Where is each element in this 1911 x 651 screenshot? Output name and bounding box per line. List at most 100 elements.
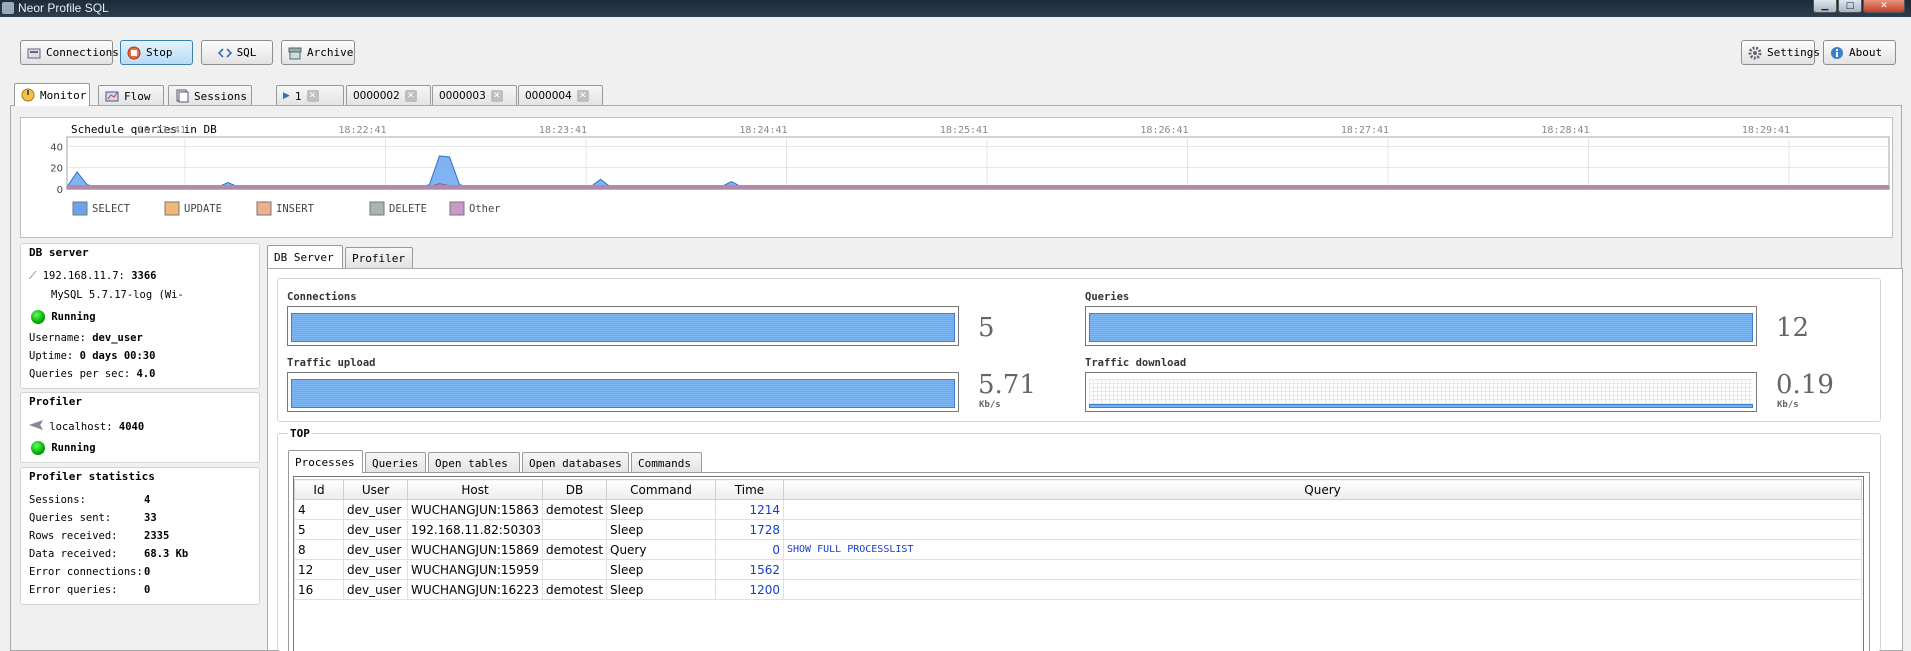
gear-icon	[1748, 46, 1762, 60]
y-tick-label: 20	[50, 164, 63, 175]
profiler-title: Profiler	[29, 395, 82, 408]
stop-button[interactable]: Stop	[120, 40, 193, 65]
tab-label: Commands	[638, 456, 691, 470]
tab-label: Open tables	[435, 456, 508, 470]
tab-open-tables[interactable]: Open tables	[428, 452, 520, 473]
tab-session-0000004[interactable]: 0000004 ✕	[518, 85, 603, 106]
tab-sessions[interactable]: Sessions	[168, 85, 252, 106]
y-tick-label: 0	[57, 185, 63, 196]
traffic-upload-value: 5.71	[978, 370, 1036, 400]
cell-command: Sleep	[606, 559, 716, 580]
minimize-button[interactable]: ▁	[1813, 0, 1837, 13]
close-tab-icon[interactable]: ✕	[490, 90, 503, 102]
stat-value: 0	[144, 584, 151, 596]
maximize-button[interactable]: □	[1838, 0, 1862, 13]
x-tick-label: 18:22:41	[338, 125, 386, 136]
archive-button[interactable]: Archive	[281, 40, 355, 65]
column-header-id[interactable]: Id	[294, 479, 344, 500]
monitor-icon	[21, 88, 35, 102]
profiler-port: 4040	[118, 421, 145, 433]
tab-queries[interactable]: Queries	[365, 452, 426, 473]
cell-db: demotest	[542, 499, 607, 520]
cell-db	[542, 519, 607, 540]
table-row[interactable]: 16 dev_user WUCHANGJUN:16223 demotest Sl…	[294, 579, 1862, 600]
table-row[interactable]: 12 dev_user WUCHANGJUN:15959 Sleep 1562	[294, 559, 1862, 580]
tab-label: 0000004	[525, 90, 572, 102]
table-header-row: Id User Host DB Command Time Query	[294, 479, 1862, 500]
tab-profiler[interactable]: Profiler	[345, 247, 413, 268]
cell-user: dev_user	[343, 539, 408, 560]
close-tab-icon[interactable]: ✕	[404, 90, 417, 102]
db-server-group: DB server ⟋ 192.168.11.7: 3366 MySQL 5.7…	[20, 243, 260, 389]
cell-query	[783, 519, 1862, 540]
cell-query	[783, 499, 1862, 520]
tab-label: Sessions	[194, 89, 247, 103]
tab-open-databases[interactable]: Open databases	[522, 452, 629, 473]
table-row[interactable]: 5 dev_user 192.168.11.82:50303 Sleep 172…	[294, 519, 1862, 540]
tab-session-1[interactable]: ▶ 1 ✕	[276, 85, 344, 106]
column-header-time[interactable]: Time	[715, 479, 784, 500]
about-button[interactable]: About	[1823, 40, 1896, 65]
tab-flow[interactable]: Flow	[98, 85, 164, 106]
info-icon	[1830, 46, 1844, 60]
meters-group: Connections 5 Queries 12 Traffic upload …	[277, 278, 1881, 422]
profiler-icon	[29, 420, 43, 430]
x-tick-label: 18:24:41	[739, 125, 787, 136]
db-server-host-row: ⟋ 192.168.11.7: 3366	[29, 270, 157, 283]
cell-query: SHOW FULL PROCESSLIST	[783, 539, 1862, 560]
meter-fill	[291, 379, 955, 408]
tab-session-0000003[interactable]: 0000003 ✕	[432, 85, 517, 106]
profiler-stats-title: Profiler statistics	[29, 470, 155, 483]
meter-fill	[291, 313, 955, 342]
legend-label: INSERT	[276, 203, 315, 215]
tab-label: Monitor	[40, 88, 87, 102]
close-tab-icon[interactable]: ✕	[306, 90, 319, 102]
plug-icon: ⟋	[29, 270, 37, 282]
table-row[interactable]: 8 dev_user WUCHANGJUN:15869 demotest Que…	[294, 539, 1862, 560]
table-row[interactable]: 4 dev_user WUCHANGJUN:15863 demotest Sle…	[294, 499, 1862, 520]
queries-value: 12	[1776, 313, 1810, 343]
about-label: About	[1849, 46, 1883, 59]
cell-db	[542, 559, 607, 580]
stop-icon	[127, 46, 141, 60]
title-bar: Neor Profile SQL ▁ □ ✕	[0, 0, 1911, 17]
tab-commands[interactable]: Commands	[631, 452, 702, 473]
column-header-command[interactable]: Command	[606, 479, 716, 500]
traffic-upload-label: Traffic upload	[287, 357, 376, 369]
sql-label: SQL	[236, 46, 257, 59]
db-server-port: 3366	[131, 270, 157, 282]
traffic-download-unit: Kb/s	[1777, 400, 1799, 410]
tab-db-server[interactable]: DB Server	[267, 245, 343, 268]
cell-id: 4	[294, 499, 344, 520]
window-title: Neor Profile SQL	[18, 1, 109, 15]
tab-processes[interactable]: Processes	[288, 450, 363, 473]
stat-label: Queries sent:	[29, 512, 112, 524]
cell-host: WUCHANGJUN:15959	[407, 559, 543, 580]
column-header-query[interactable]: Query	[783, 479, 1862, 500]
sql-button[interactable]: SQL	[201, 40, 273, 65]
connections-label: Connections	[46, 46, 119, 59]
connections-button[interactable]: Connections	[20, 40, 119, 65]
settings-button[interactable]: Settings	[1741, 40, 1820, 65]
uptime-row: Uptime: 0 days 00:30	[29, 350, 155, 362]
stat-rows-received: Rows received:	[29, 530, 118, 542]
schedule-chart: Schedule queries in DB 18:21:41 18:22:41 1…	[20, 117, 1893, 238]
column-header-host[interactable]: Host	[407, 479, 543, 500]
profiler-stats-group: Profiler statistics Sessions: 4 Queries …	[20, 467, 260, 605]
db-server-status: Running	[51, 311, 96, 323]
cell-user: dev_user	[343, 519, 408, 540]
column-header-user[interactable]: User	[343, 479, 408, 500]
flow-icon	[105, 89, 119, 103]
chart-svg: 18:21:41 18:22:41 18:23:41 18:24:41 18:25:41…	[50, 125, 1890, 216]
column-header-db[interactable]: DB	[542, 479, 607, 500]
legend-swatch	[72, 201, 88, 216]
username-label: Username:	[29, 332, 86, 344]
tab-session-0000002[interactable]: 0000002 ✕	[346, 85, 431, 106]
close-button[interactable]: ✕	[1863, 0, 1905, 13]
db-server-status-row: Running	[31, 310, 96, 324]
tab-monitor[interactable]: Monitor	[14, 83, 90, 106]
queries-meter-label: Queries	[1085, 291, 1130, 303]
y-tick-label: 40	[50, 142, 63, 153]
tab-label: 0000002	[353, 90, 400, 102]
close-tab-icon[interactable]: ✕	[576, 90, 589, 102]
